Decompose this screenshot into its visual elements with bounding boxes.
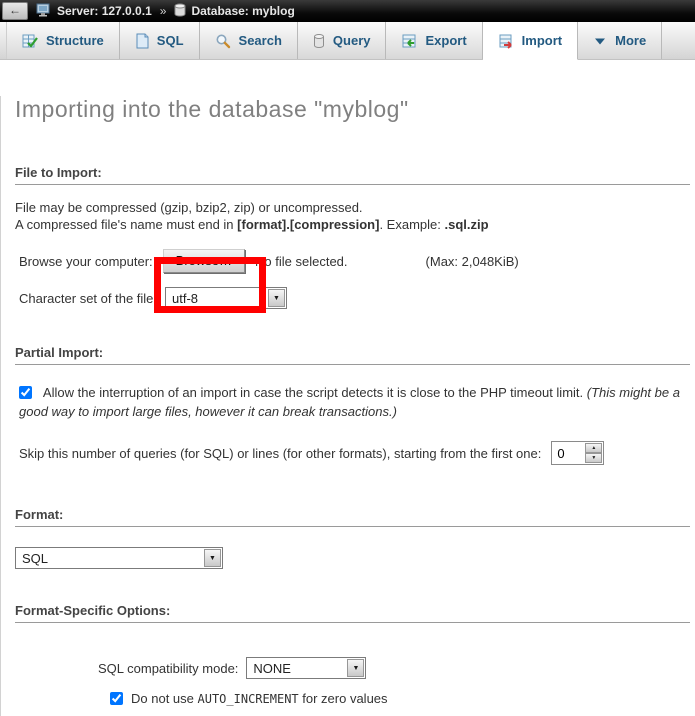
breadcrumb-separator: » <box>160 4 167 18</box>
charset-row: Character set of the file: utf-8 ▼ <box>19 287 691 309</box>
dropdown-arrow-icon: ▼ <box>204 549 221 567</box>
section-heading-file-to-import: File to Import: <box>15 165 690 185</box>
auto-increment-checkbox[interactable] <box>110 692 123 705</box>
tab-search[interactable]: Search <box>200 22 298 59</box>
browse-button[interactable]: Browse… <box>163 249 245 273</box>
section-heading-format-specific-options: Format-Specific Options: <box>15 603 690 623</box>
skip-queries-input[interactable] <box>552 442 584 464</box>
server-icon <box>36 3 52 20</box>
autoinc-suffix: for zero values <box>299 691 388 706</box>
auto-increment-row: Do not use AUTO_INCREMENT for zero value… <box>110 691 691 706</box>
tab-import[interactable]: Import <box>483 22 578 60</box>
hint-line1: File may be compressed (gzip, bzip2, zip… <box>15 200 363 215</box>
search-icon <box>215 33 231 49</box>
allow-interrupt-checkbox[interactable] <box>19 386 32 399</box>
auto-increment-label: Do not use AUTO_INCREMENT for zero value… <box>131 691 388 706</box>
import-icon <box>498 33 514 49</box>
browse-row: Browse your computer: Browse… No file se… <box>19 249 691 273</box>
browse-label: Browse your computer: <box>19 254 153 269</box>
skip-queries-row: Skip this number of queries (for SQL) or… <box>19 441 691 465</box>
tab-query[interactable]: Query <box>298 22 387 59</box>
section-heading-partial-import: Partial Import: <box>15 345 690 365</box>
spinner-up-button[interactable]: ▲ <box>585 443 602 453</box>
tab-label: SQL <box>157 33 184 48</box>
autoinc-code: AUTO_INCREMENT <box>198 692 299 706</box>
tab-label: More <box>615 33 646 48</box>
query-database-icon <box>313 33 325 49</box>
dropdown-arrow-icon: ▼ <box>268 289 285 307</box>
back-button[interactable]: ← <box>2 2 28 20</box>
page-title: Importing into the database "myblog" <box>15 96 691 123</box>
tab-bar: Structure SQL Search Query Export Import <box>0 22 695 60</box>
export-icon <box>401 33 417 49</box>
tab-label: Structure <box>46 33 104 48</box>
tab-sql[interactable]: SQL <box>120 22 200 59</box>
no-file-selected-text: No file selected. <box>255 254 348 269</box>
structure-table-icon <box>22 33 38 49</box>
dropdown-arrow-icon: ▼ <box>347 659 364 677</box>
tab-label: Search <box>239 33 282 48</box>
sql-compatibility-value: NONE <box>247 661 297 676</box>
breadcrumb-bar: ← Server: 127.0.0.1 » Database: myblog <box>0 0 695 22</box>
max-upload-size: (Max: 2,048KiB) <box>426 254 519 269</box>
format-select[interactable]: SQL ▼ <box>15 547 223 569</box>
hint-line2-prefix: A compressed file's name must end in <box>15 217 237 232</box>
hint-line2-mid: . Example: <box>379 217 444 232</box>
charset-label: Character set of the file: <box>19 291 157 306</box>
breadcrumb-server[interactable]: Server: 127.0.0.1 <box>57 4 152 18</box>
database-icon <box>174 3 186 20</box>
tab-export[interactable]: Export <box>386 22 482 59</box>
autoinc-prefix: Do not use <box>131 691 198 706</box>
charset-select[interactable]: utf-8 ▼ <box>165 287 287 309</box>
tab-label: Import <box>522 33 562 48</box>
hint-example: .sql.zip <box>444 217 488 232</box>
allow-interrupt-label: Allow the interruption of an import in c… <box>43 385 583 400</box>
spinner-down-button[interactable]: ▼ <box>585 453 602 463</box>
allow-interrupt-row: Allow the interruption of an import in c… <box>19 383 691 421</box>
sql-compatibility-row: SQL compatibility mode: NONE ▼ <box>98 657 691 679</box>
tab-more[interactable]: More <box>578 22 662 59</box>
skip-queries-label: Skip this number of queries (for SQL) or… <box>19 446 541 461</box>
sql-compatibility-label: SQL compatibility mode: <box>98 661 238 676</box>
breadcrumb: Server: 127.0.0.1 » Database: myblog <box>36 3 295 20</box>
skip-queries-input-wrap: ▲ ▼ <box>551 441 604 465</box>
tab-label: Export <box>425 33 466 48</box>
sql-compatibility-select[interactable]: NONE ▼ <box>246 657 366 679</box>
hint-format-compression: [format].[compression] <box>237 217 379 232</box>
compression-hint: File may be compressed (gzip, bzip2, zip… <box>15 199 691 233</box>
charset-value: utf-8 <box>166 291 204 306</box>
sql-page-icon <box>135 33 149 49</box>
number-spinner: ▲ ▼ <box>585 443 602 463</box>
section-heading-format: Format: <box>15 507 690 527</box>
chevron-down-icon <box>593 34 607 48</box>
tab-label: Query <box>333 33 371 48</box>
breadcrumb-database[interactable]: Database: myblog <box>191 4 294 18</box>
tab-structure[interactable]: Structure <box>6 22 120 59</box>
format-value: SQL <box>16 551 54 566</box>
import-page: Importing into the database "myblog" Fil… <box>0 96 695 716</box>
